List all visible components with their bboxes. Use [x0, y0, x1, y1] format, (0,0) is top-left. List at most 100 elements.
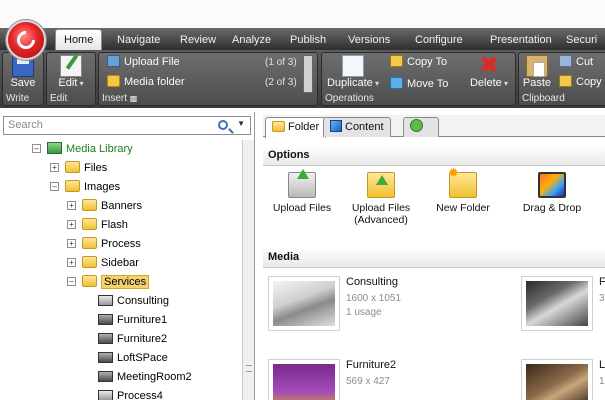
- folder-icon: [65, 161, 80, 173]
- cut-button[interactable]: Cut: [559, 55, 593, 68]
- image-icon: [98, 352, 113, 363]
- application-menu-button[interactable]: [6, 20, 46, 60]
- tab-content[interactable]: Content: [323, 117, 391, 137]
- tab-security[interactable]: Securi: [566, 31, 597, 50]
- search-icon: [410, 119, 423, 132]
- folder-icon: [65, 180, 80, 192]
- collapse-icon[interactable]: –: [32, 144, 41, 153]
- copy-icon: [559, 75, 572, 87]
- tab-navigate[interactable]: Navigate: [117, 31, 160, 50]
- tab-search[interactable]: [403, 117, 439, 137]
- tree-node-furniture1[interactable]: Furniture1: [98, 311, 167, 330]
- image-icon: [98, 295, 113, 306]
- image-icon: [98, 314, 113, 325]
- expand-icon[interactable]: +: [67, 220, 76, 229]
- media-thumbnail[interactable]: [521, 276, 593, 331]
- tab-configure[interactable]: Configure: [415, 31, 463, 50]
- edit-button[interactable]: Edit: [51, 55, 91, 89]
- duplicate-button[interactable]: Duplicate: [326, 55, 380, 89]
- tree-label: Sidebar: [101, 257, 139, 269]
- expand-icon[interactable]: +: [50, 163, 59, 172]
- image-icon: [98, 333, 113, 344]
- ribbon-group-insert: Upload File (1 of 3) Media folder (2 of …: [98, 52, 318, 106]
- collapse-icon[interactable]: –: [67, 277, 76, 286]
- tree-node-process4[interactable]: Process4: [98, 387, 163, 400]
- search-input[interactable]: Search ▼: [3, 116, 251, 135]
- drag-drop-icon: [538, 172, 566, 198]
- group-label-insert: Insert ▩: [102, 93, 137, 105]
- media-dimensions: 1: [599, 376, 605, 387]
- tree-node-loftspace[interactable]: LoftSPace: [98, 349, 168, 368]
- tree-label: Services: [101, 275, 150, 289]
- tree-node-meetingroom2[interactable]: MeetingRoom2: [98, 368, 192, 387]
- tree-node-flash[interactable]: + Flash: [67, 216, 128, 235]
- tree-node-images[interactable]: – Images: [50, 178, 120, 197]
- upload-file-button[interactable]: Upload File: [107, 55, 180, 68]
- tree-label: MeetingRoom2: [117, 371, 192, 383]
- tree-node-banners[interactable]: + Banners: [67, 197, 142, 216]
- group-label-write: Write: [6, 93, 30, 104]
- tab-versions[interactable]: Versions: [348, 31, 390, 50]
- new-folder-option[interactable]: New Folder: [433, 167, 493, 214]
- duplicate-icon: [342, 55, 364, 77]
- upload-files-option[interactable]: Upload Files: [271, 169, 333, 214]
- media-title: F: [599, 276, 605, 288]
- tree-label: Banners: [101, 200, 142, 212]
- ribbon-group-write: Save Write: [2, 52, 44, 106]
- drag-drop-option[interactable]: Drag & Drop: [521, 172, 583, 214]
- duplicate-label: Duplicate: [326, 77, 380, 89]
- tree-node-files[interactable]: + Files: [50, 159, 107, 178]
- tree-node-process[interactable]: + Process: [67, 235, 141, 254]
- upload-files-advanced-option[interactable]: Upload Files (Advanced): [347, 172, 415, 226]
- media-thumbnail[interactable]: [521, 359, 593, 400]
- tab-home[interactable]: Home: [55, 29, 103, 50]
- tree-label: Process: [101, 238, 141, 250]
- expand-icon[interactable]: +: [67, 201, 76, 210]
- tab-folder[interactable]: Folder: [265, 117, 327, 138]
- upload-folder-icon: [367, 172, 395, 198]
- tree-node-sidebar[interactable]: + Sidebar: [67, 254, 139, 273]
- expand-icon[interactable]: +: [67, 258, 76, 267]
- insert-gallery-scroll[interactable]: [303, 55, 313, 93]
- delete-label: Delete: [466, 77, 512, 89]
- chevron-down-icon[interactable]: ▼: [237, 119, 245, 128]
- copy-label: Copy: [576, 76, 602, 88]
- cut-icon: [559, 55, 572, 67]
- search-icon[interactable]: [218, 120, 228, 130]
- tree-scrollbar[interactable]: [242, 140, 254, 400]
- insert-count-1: (1 of 3): [265, 57, 297, 68]
- copy-button[interactable]: Copy: [559, 75, 602, 88]
- media-dimensions: 1600 x 1051: [346, 293, 402, 304]
- media-folder-button[interactable]: Media folder: [107, 75, 185, 88]
- scrollbar-grip-icon: [246, 365, 252, 372]
- tree-node-services[interactable]: – Services: [67, 273, 150, 292]
- collapse-icon[interactable]: –: [50, 182, 59, 191]
- image-icon: [98, 390, 113, 400]
- tab-publish[interactable]: Publish: [290, 31, 326, 50]
- media-library-icon: [47, 142, 62, 154]
- move-to-icon: [390, 77, 403, 89]
- copy-to-button[interactable]: Copy To: [390, 55, 447, 68]
- app-logo-icon: [13, 27, 39, 53]
- media-thumbnail[interactable]: [268, 359, 340, 400]
- tree-node-consulting[interactable]: Consulting: [98, 292, 169, 311]
- group-label-operations: Operations: [325, 93, 374, 104]
- save-button[interactable]: Save: [6, 55, 40, 89]
- folder-icon: [82, 256, 97, 268]
- move-to-button[interactable]: Move To: [390, 77, 448, 90]
- dialog-launcher-icon[interactable]: ▩: [130, 94, 138, 103]
- folder-icon: [82, 218, 97, 230]
- expand-icon[interactable]: +: [67, 239, 76, 248]
- tab-analyze[interactable]: Analyze: [232, 31, 271, 50]
- tab-presentation[interactable]: Presentation: [490, 31, 552, 50]
- delete-button[interactable]: ✖ Delete: [466, 54, 512, 90]
- move-to-label: Move To: [407, 78, 449, 90]
- tree-node-media-library[interactable]: – Media Library: [32, 140, 133, 159]
- paste-button[interactable]: Paste: [522, 55, 552, 89]
- tree-node-furniture2[interactable]: Furniture2: [98, 330, 167, 349]
- edit-icon: [60, 55, 82, 77]
- thumbnail-image: [526, 364, 588, 400]
- tab-review[interactable]: Review: [180, 31, 216, 50]
- media-thumbnail[interactable]: [268, 276, 340, 331]
- tree-label: Files: [84, 162, 108, 174]
